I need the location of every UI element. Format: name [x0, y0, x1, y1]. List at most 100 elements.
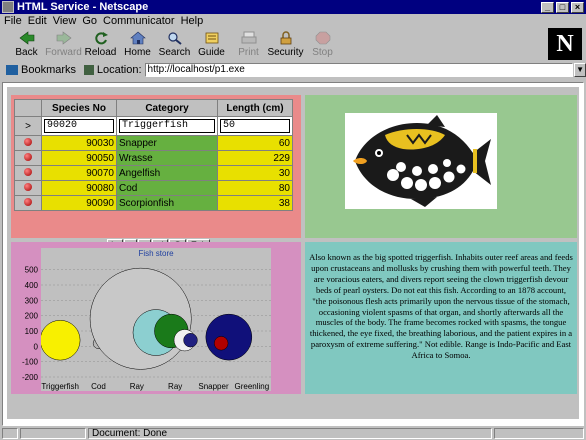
security-status-icon[interactable]	[2, 428, 18, 439]
row-indicator[interactable]	[15, 196, 41, 210]
menu-edit[interactable]: Edit	[28, 15, 47, 27]
reload-button[interactable]: Reload	[82, 28, 119, 60]
security-button[interactable]: Security	[267, 28, 304, 60]
bookmarks-button[interactable]: Bookmarks	[6, 64, 76, 76]
edit-species-cell: 90020	[42, 117, 116, 135]
header-length[interactable]: Length (cm)	[218, 100, 292, 116]
table-row[interactable]: 90050 Wrasse 229	[15, 151, 292, 165]
maximize-button[interactable]: □	[556, 1, 569, 13]
red-ball-icon	[24, 167, 32, 176]
category-cell[interactable]: Cod	[117, 181, 217, 195]
stop-button[interactable]: Stop	[304, 28, 341, 60]
red-ball-icon	[24, 197, 32, 206]
security-label: Security	[267, 47, 304, 58]
table-row[interactable]: 90070 Angelfish 30	[15, 166, 292, 180]
home-icon	[129, 30, 147, 46]
search-icon	[166, 30, 184, 46]
forward-label: Forward	[45, 47, 82, 58]
x-tick-label: Ray	[130, 382, 144, 391]
y-tick-label: 400	[25, 281, 39, 290]
fish-image-panel	[305, 95, 577, 238]
location-input[interactable]: http://localhost/p1.exe	[144, 63, 574, 77]
navigation-toolbar: Back Forward Reload Home Search Guide Pr…	[0, 28, 586, 62]
menu-communicator[interactable]: Communicator	[103, 15, 175, 27]
minimize-button[interactable]: _	[541, 1, 554, 13]
x-tick-label: Snapper	[198, 382, 229, 391]
species-no-cell[interactable]: 90030	[42, 136, 116, 150]
x-tick-label: Greenling	[234, 382, 269, 391]
species-no-cell[interactable]: 90080	[42, 181, 116, 195]
menu-view[interactable]: View	[53, 15, 77, 27]
location-dropdown-button[interactable]: ▼	[574, 63, 586, 77]
length-cell[interactable]: 229	[218, 151, 292, 165]
species-no-cell[interactable]: 90090	[42, 196, 116, 210]
x-tick-label: Triggerfish	[41, 382, 79, 391]
guide-icon	[203, 30, 221, 46]
guide-button[interactable]: Guide	[193, 28, 230, 60]
header-species-no[interactable]: Species No	[42, 100, 116, 116]
chart-bubble	[183, 333, 198, 348]
row-indicator[interactable]	[15, 151, 41, 165]
table-row[interactable]: 90090 Scorpionfish 38	[15, 196, 292, 210]
y-tick-label: 300	[25, 296, 39, 305]
component-bar[interactable]	[494, 428, 584, 439]
close-button[interactable]: ×	[571, 1, 584, 13]
print-icon	[240, 30, 258, 46]
row-indicator[interactable]	[15, 181, 41, 195]
location-icon[interactable]	[84, 65, 94, 75]
home-button[interactable]: Home	[119, 28, 156, 60]
chart-bubble	[214, 336, 229, 351]
y-tick-label: 500	[25, 266, 39, 275]
row-indicator[interactable]	[15, 166, 41, 180]
print-button[interactable]: Print	[230, 28, 267, 60]
back-label: Back	[15, 47, 38, 58]
location-bar: Bookmarks Location: http://localhost/p1.…	[0, 62, 586, 78]
menu-help[interactable]: Help	[181, 15, 204, 27]
header-category[interactable]: Category	[117, 100, 217, 116]
fish-description-panel: Also known as the big spotted triggerfis…	[305, 242, 577, 394]
search-button[interactable]: Search	[156, 28, 193, 60]
table-row[interactable]: 90030 Snapper 60	[15, 136, 292, 150]
length-input[interactable]: 50	[220, 119, 290, 133]
stop-label: Stop	[312, 47, 333, 58]
fish-image	[345, 113, 497, 209]
length-cell[interactable]: 38	[218, 196, 292, 210]
search-label: Search	[158, 47, 191, 58]
category-cell[interactable]: Scorpionfish	[117, 196, 217, 210]
forward-arrow-icon	[55, 30, 73, 46]
table-row[interactable]: 90080 Cod 80	[15, 181, 292, 195]
species-no-input[interactable]: 90020	[44, 119, 114, 133]
row-edit-marker[interactable]: >	[15, 117, 41, 135]
menu-go[interactable]: Go	[82, 15, 97, 27]
menu-file[interactable]: File	[4, 15, 22, 27]
grid-header-row: Species No Category Length (cm)	[15, 100, 292, 116]
length-cell[interactable]: 80	[218, 181, 292, 195]
length-cell[interactable]: 60	[218, 136, 292, 150]
category-cell[interactable]: Wrasse	[117, 151, 217, 165]
category-cell[interactable]: Angelfish	[117, 166, 217, 180]
grid-edit-row: > 90020 Triggerfish 50	[15, 117, 292, 135]
x-tick-label: Ray	[168, 382, 182, 391]
row-indicator[interactable]	[15, 136, 41, 150]
chart-bubble	[205, 313, 253, 361]
category-input[interactable]: Triggerfish	[119, 119, 215, 133]
window-title: HTML Service - Netscape	[17, 1, 149, 13]
species-no-cell[interactable]: 90050	[42, 151, 116, 165]
status-text: Document: Done	[88, 428, 492, 439]
species-no-cell[interactable]: 90070	[42, 166, 116, 180]
back-button[interactable]: Back	[8, 28, 45, 60]
category-cell[interactable]: Snapper	[117, 136, 217, 150]
stop-icon	[314, 30, 332, 46]
app-icon[interactable]	[2, 1, 14, 13]
length-cell[interactable]: 30	[218, 166, 292, 180]
y-tick-label: -200	[22, 373, 39, 382]
fish-chart-panel: Fish store 500 400 300 200 100 0 -100 -200 Trig…	[11, 242, 301, 394]
netscape-logo[interactable]: N	[548, 28, 582, 60]
y-tick-label: 100	[25, 327, 39, 336]
edit-category-cell: Triggerfish	[117, 117, 217, 135]
menu-bar: File Edit View Go Communicator Help	[0, 14, 586, 28]
forward-button[interactable]: Forward	[45, 28, 82, 60]
security-lock-icon	[277, 30, 295, 46]
status-bar: Document: Done	[0, 427, 586, 440]
red-ball-icon	[24, 137, 32, 146]
